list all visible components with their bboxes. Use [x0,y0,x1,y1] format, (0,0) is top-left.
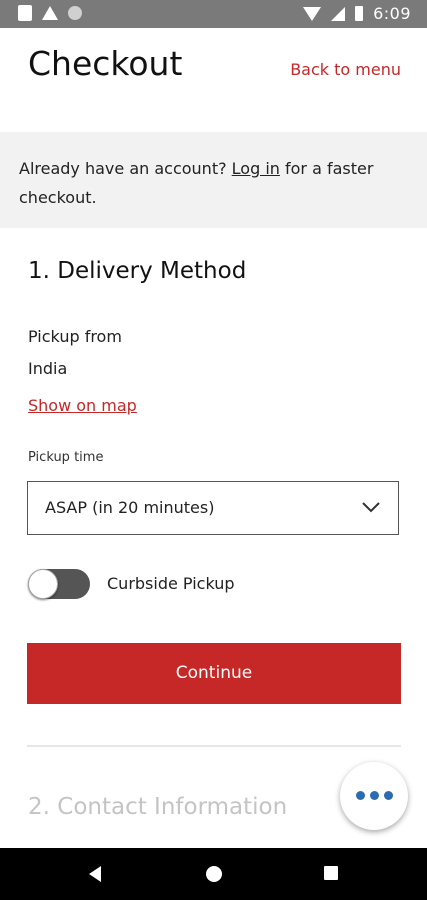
login-link[interactable]: Log in [232,159,280,178]
battery-icon [355,6,364,21]
status-system: 6:09 [303,4,411,23]
section-divider [27,745,401,747]
login-banner-text: Already have an account? Log in for a fa… [19,154,409,212]
status-notifications [18,5,82,21]
chevron-down-icon [362,502,380,513]
nav-back-icon[interactable] [89,866,101,882]
pickup-location: India [28,359,68,378]
show-on-map-link[interactable]: Show on map [28,396,137,415]
delivery-section-title: 1. Delivery Method [28,258,247,284]
cell-signal-icon [331,6,346,21]
notification-square-icon [18,5,32,21]
warning-icon [42,6,58,20]
pickup-time-select[interactable]: ASAP (in 20 minutes) [27,481,399,535]
navigation-bar [0,848,427,900]
contact-section-title: 2. Contact Information [28,794,288,820]
pickup-time-label: Pickup time [28,450,104,465]
curbside-toggle[interactable] [28,569,90,599]
more-options-button[interactable] [340,762,408,830]
status-bar: 6:09 [0,0,427,28]
login-banner: Already have an account? Log in for a fa… [0,132,427,228]
wifi-icon [303,6,322,21]
login-prefix: Already have an account? [19,159,232,178]
nav-home-icon[interactable] [206,866,222,882]
back-to-menu-link[interactable]: Back to menu [290,60,401,79]
status-time: 6:09 [373,4,411,23]
pickup-time-value: ASAP (in 20 minutes) [45,498,215,517]
nav-recents-icon[interactable] [324,866,338,880]
more-dots-icon [356,791,393,800]
sync-icon [68,6,82,20]
pickup-from-label: Pickup from [28,327,122,346]
curbside-label: Curbside Pickup [107,574,235,593]
toggle-knob [28,569,58,599]
continue-button[interactable]: Continue [27,643,401,704]
page-title: Checkout [28,44,183,83]
